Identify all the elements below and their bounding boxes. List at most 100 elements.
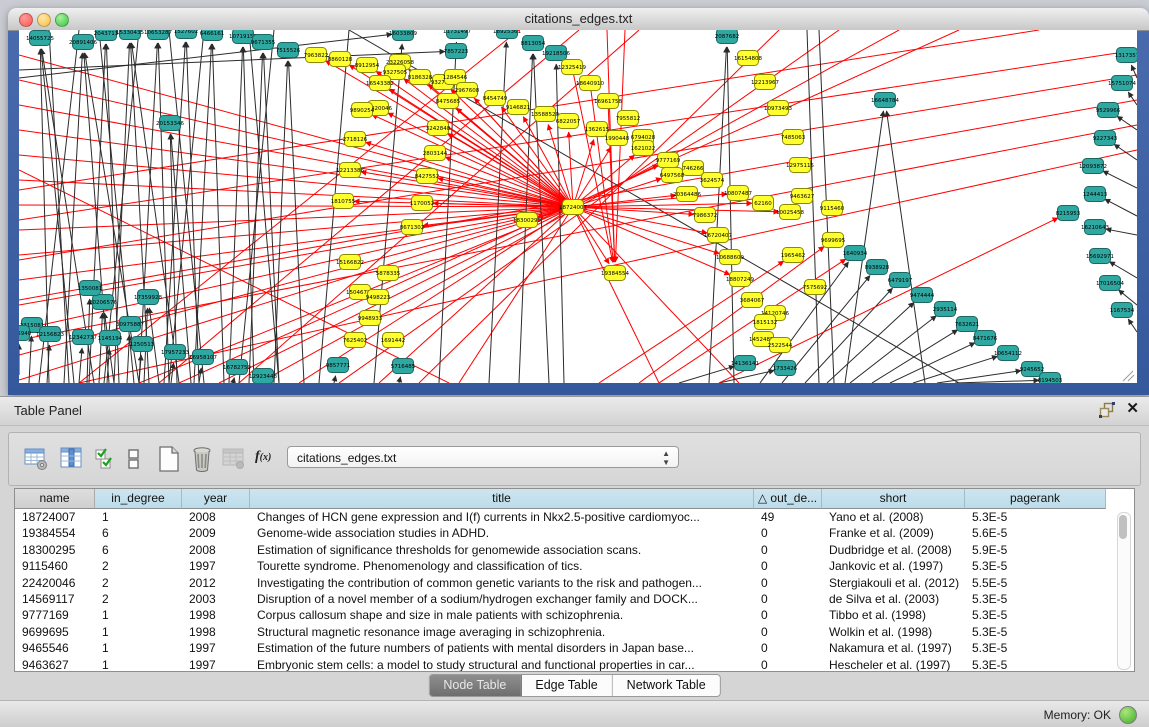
graph-node[interactable]: 7955812: [616, 111, 641, 126]
row-height-icon[interactable]: [119, 444, 149, 474]
graph-node[interactable]: 1965462: [781, 248, 806, 263]
table-cell[interactable]: 6: [95, 542, 182, 559]
graph-node[interactable]: 9699695: [821, 233, 846, 248]
graph-node[interactable]: 19218506: [542, 46, 570, 61]
show-columns-icon[interactable]: [57, 444, 87, 474]
delete-rows-icon[interactable]: [187, 444, 217, 474]
graph-node[interactable]: 8671302: [400, 220, 425, 235]
graph-node[interactable]: 30975887: [116, 317, 144, 332]
graph-node[interactable]: 15166822: [336, 255, 364, 270]
table-cell[interactable]: Tourette syndrome. Phenomenology and cla…: [250, 558, 754, 575]
scrollbar-thumb[interactable]: [1119, 515, 1127, 539]
table-cell[interactable]: Dudbridge et al. (2008): [822, 542, 965, 559]
table-cell[interactable]: 49: [754, 509, 822, 526]
column-header-1[interactable]: in_degree: [95, 489, 182, 509]
graph-node[interactable]: 3242848: [426, 121, 451, 136]
table-cell[interactable]: 5.3E-5: [965, 657, 1106, 672]
column-header-2[interactable]: year: [182, 489, 250, 509]
table-cell[interactable]: 2: [95, 591, 182, 608]
graph-node[interactable]: 2803144: [423, 146, 448, 161]
table-cell[interactable]: 0: [754, 575, 822, 592]
table-cell[interactable]: 5.3E-5: [965, 624, 1106, 641]
table-cell[interactable]: 2003: [182, 591, 250, 608]
table-settings-icon[interactable]: [22, 444, 52, 474]
column-header-6[interactable]: pagerank: [965, 489, 1106, 509]
tab-edge-table[interactable]: Edge Table: [521, 675, 612, 696]
graph-node[interactable]: 1621022: [631, 141, 656, 156]
table-row[interactable]: 1830029562008Estimation of significance …: [15, 542, 1106, 559]
graph-node[interactable]: 8813054: [521, 36, 546, 51]
graph-node[interactable]: 1167534: [1110, 303, 1135, 318]
table-cell[interactable]: 5.5E-5: [965, 575, 1106, 592]
table-cell[interactable]: 9115460: [15, 558, 95, 575]
graph-node[interactable]: 18807249: [726, 272, 754, 287]
graph-node[interactable]: 62160: [753, 196, 774, 211]
table-cell[interactable]: 1997: [182, 558, 250, 575]
graph-node[interactable]: 1810755: [331, 194, 356, 209]
table-cell[interactable]: 0: [754, 624, 822, 641]
table-cell[interactable]: 5.3E-5: [965, 591, 1106, 608]
table-cell[interactable]: Stergiakouli et al. (2012): [822, 575, 965, 592]
graph-node[interactable]: 12093872: [1079, 159, 1107, 174]
table-cell[interactable]: 5.3E-5: [965, 509, 1106, 526]
table-cell[interactable]: Wolkin et al. (1998): [822, 624, 965, 641]
table-cell[interactable]: 1: [95, 657, 182, 672]
table-cell[interactable]: Hescheler et al. (1997): [822, 657, 965, 672]
graph-node[interactable]: 1244413: [1083, 187, 1108, 202]
graph-node[interactable]: 7625402: [343, 333, 368, 348]
graph-node[interactable]: 9227343: [1093, 131, 1118, 146]
select-all-icon[interactable]: [91, 444, 121, 474]
graph-node[interactable]: 11731497: [443, 30, 471, 39]
graph-node[interactable]: 1815132: [753, 315, 778, 330]
table-row[interactable]: 969969511998Structural magnetic resonanc…: [15, 624, 1106, 641]
table-cell[interactable]: 2009: [182, 525, 250, 542]
table-cell[interactable]: 0: [754, 558, 822, 575]
graph-node[interactable]: 6479197: [888, 273, 913, 288]
table-cell[interactable]: 1: [95, 607, 182, 624]
graph-node[interactable]: 2087682: [715, 30, 740, 44]
graph-node[interactable]: 15330435: [116, 30, 144, 40]
table-cell[interactable]: 1: [95, 624, 182, 641]
table-cell[interactable]: 2008: [182, 542, 250, 559]
graph-node[interactable]: 18640910: [576, 76, 604, 91]
graph-node[interactable]: 9948933: [358, 311, 383, 326]
memory-status-icon[interactable]: [1119, 706, 1137, 724]
graph-node[interactable]: 14136141: [731, 356, 759, 371]
table-cell[interactable]: Jankovic et al. (1997): [822, 558, 965, 575]
graph-node[interactable]: 16033809: [389, 30, 417, 41]
table-row[interactable]: 1872400712008Changes of HCN gene express…: [15, 509, 1106, 526]
table-source-select[interactable]: citations_edges.txt ▲▼: [287, 446, 679, 468]
column-header-4[interactable]: △ out_de...: [754, 489, 822, 509]
table-cell[interactable]: Genome-wide association studies in ADHD.: [250, 525, 754, 542]
graph-node[interactable]: 10688609: [716, 250, 744, 265]
graph-node[interactable]: 18300295: [513, 213, 541, 228]
tab-node-table[interactable]: Node Table: [429, 675, 521, 696]
graph-node[interactable]: 7857223: [444, 44, 469, 59]
graph-node[interactable]: 1733426: [773, 361, 798, 376]
table-row[interactable]: 977716911998Corpus callosum shape and si…: [15, 607, 1106, 624]
table-cell[interactable]: 9463627: [15, 657, 95, 672]
table-cell[interactable]: 2: [95, 575, 182, 592]
graph-node[interactable]: 12975115: [786, 158, 814, 173]
graph-node[interactable]: 12213967: [751, 75, 779, 90]
table-cell[interactable]: 9699695: [15, 624, 95, 641]
graph-node[interactable]: 17359928: [134, 290, 162, 305]
table-cell[interactable]: 0: [754, 657, 822, 672]
graph-node[interactable]: 8427552: [415, 169, 440, 184]
table-cell[interactable]: Disruption of a novel member of a sodium…: [250, 591, 754, 608]
table-cell[interactable]: 9465546: [15, 640, 95, 657]
graph-node[interactable]: 6822057: [556, 114, 581, 129]
graph-node[interactable]: 1640934: [843, 246, 868, 261]
table-row[interactable]: 1456911722003Disruption of a novel membe…: [15, 591, 1106, 608]
table-row[interactable]: 946554611997Estimation of the future num…: [15, 640, 1106, 657]
graph-node[interactable]: 7485063: [781, 130, 806, 145]
tab-network-table[interactable]: Network Table: [613, 675, 720, 696]
graph-node[interactable]: 16782759: [223, 360, 251, 375]
graph-node[interactable]: 10973493: [764, 101, 792, 116]
graph-node[interactable]: 16720407: [704, 228, 732, 243]
table-cell[interactable]: Investigating the contribution of common…: [250, 575, 754, 592]
graph-node[interactable]: 8860128: [328, 52, 353, 67]
network-graph[interactable]: 1405572520891406204371315330435106532871…: [19, 30, 1137, 383]
graph-node[interactable]: 7632621: [955, 317, 980, 332]
graph-node[interactable]: 6466161: [200, 30, 225, 41]
